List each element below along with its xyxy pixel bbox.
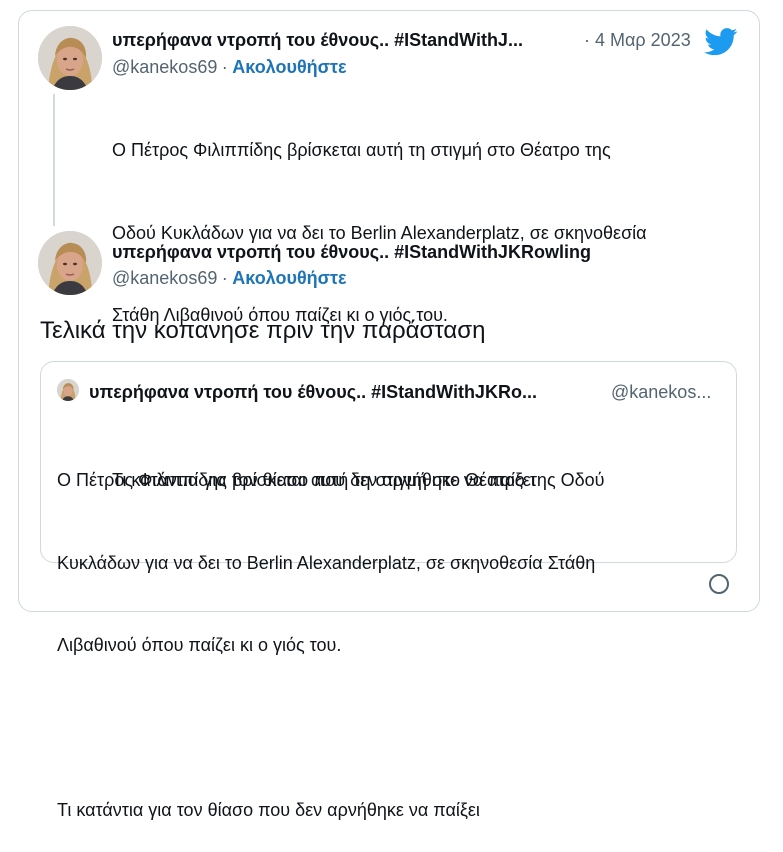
twitter-bird-icon[interactable]	[704, 28, 738, 56]
author-handle-row: @kanekos69 · Ακολουθήστε	[112, 268, 347, 289]
meta-separator: ·	[584, 30, 590, 50]
quoted-line: Λιβαθινού όπου παίζει κι ο γιός του.	[57, 635, 342, 655]
thread-connector-line	[53, 94, 55, 226]
quoted-line: Ο Πέτρος Φιλιππίδης βρίσκεται αυτή τη στ…	[57, 470, 605, 490]
quoted-line: Κυκλάδων για να δει το Berlin Alexanderp…	[57, 552, 596, 573]
author-display-name[interactable]: υπερήφανα ντροπή του έθνους.. #IStandWit…	[112, 242, 712, 263]
tweet-line: Ο Πέτρος Φιλιππίδης βρίσκεται αυτή τη στ…	[112, 140, 611, 160]
follow-button[interactable]: Ακολουθήστε	[232, 57, 346, 77]
author-handle-row: @kanekos69 · Ακολουθήστε	[112, 57, 347, 78]
follow-button[interactable]: Ακολουθήστε	[232, 268, 346, 288]
quoted-line: Τι κατάντια για τον θίασο που δεν αρνήθη…	[57, 800, 480, 820]
tweet-date-text[interactable]: 4 Μαρ 2023	[595, 30, 691, 50]
info-icon[interactable]	[709, 574, 729, 594]
quoted-line	[57, 715, 722, 743]
author-avatar[interactable]	[38, 231, 102, 295]
quoted-tweet-body: Ο Πέτρος Φιλιππίδης βρίσκεται αυτή τη στ…	[57, 412, 722, 852]
quoted-author-handle: @kanekos...	[611, 382, 712, 402]
author-avatar[interactable]	[38, 26, 102, 90]
handle-separator: ·	[221, 57, 228, 77]
tweet-body: Τελικά την κοπανησε πριν την παράσταση	[40, 317, 486, 344]
handle-separator: ·	[221, 268, 228, 288]
tweet-date[interactable]: · 4 Μαρ 2023	[584, 30, 691, 51]
author-handle[interactable]: @kanekos69	[112, 57, 217, 77]
author-display-name[interactable]: υπερήφανα ντροπή του έθνους.. #IStandWit…	[112, 30, 584, 51]
quoted-author-avatar	[57, 379, 79, 401]
quoted-author-name: υπερήφανα ντροπή του έθνους.. #IStandWit…	[89, 382, 537, 402]
author-handle[interactable]: @kanekos69	[112, 268, 217, 288]
